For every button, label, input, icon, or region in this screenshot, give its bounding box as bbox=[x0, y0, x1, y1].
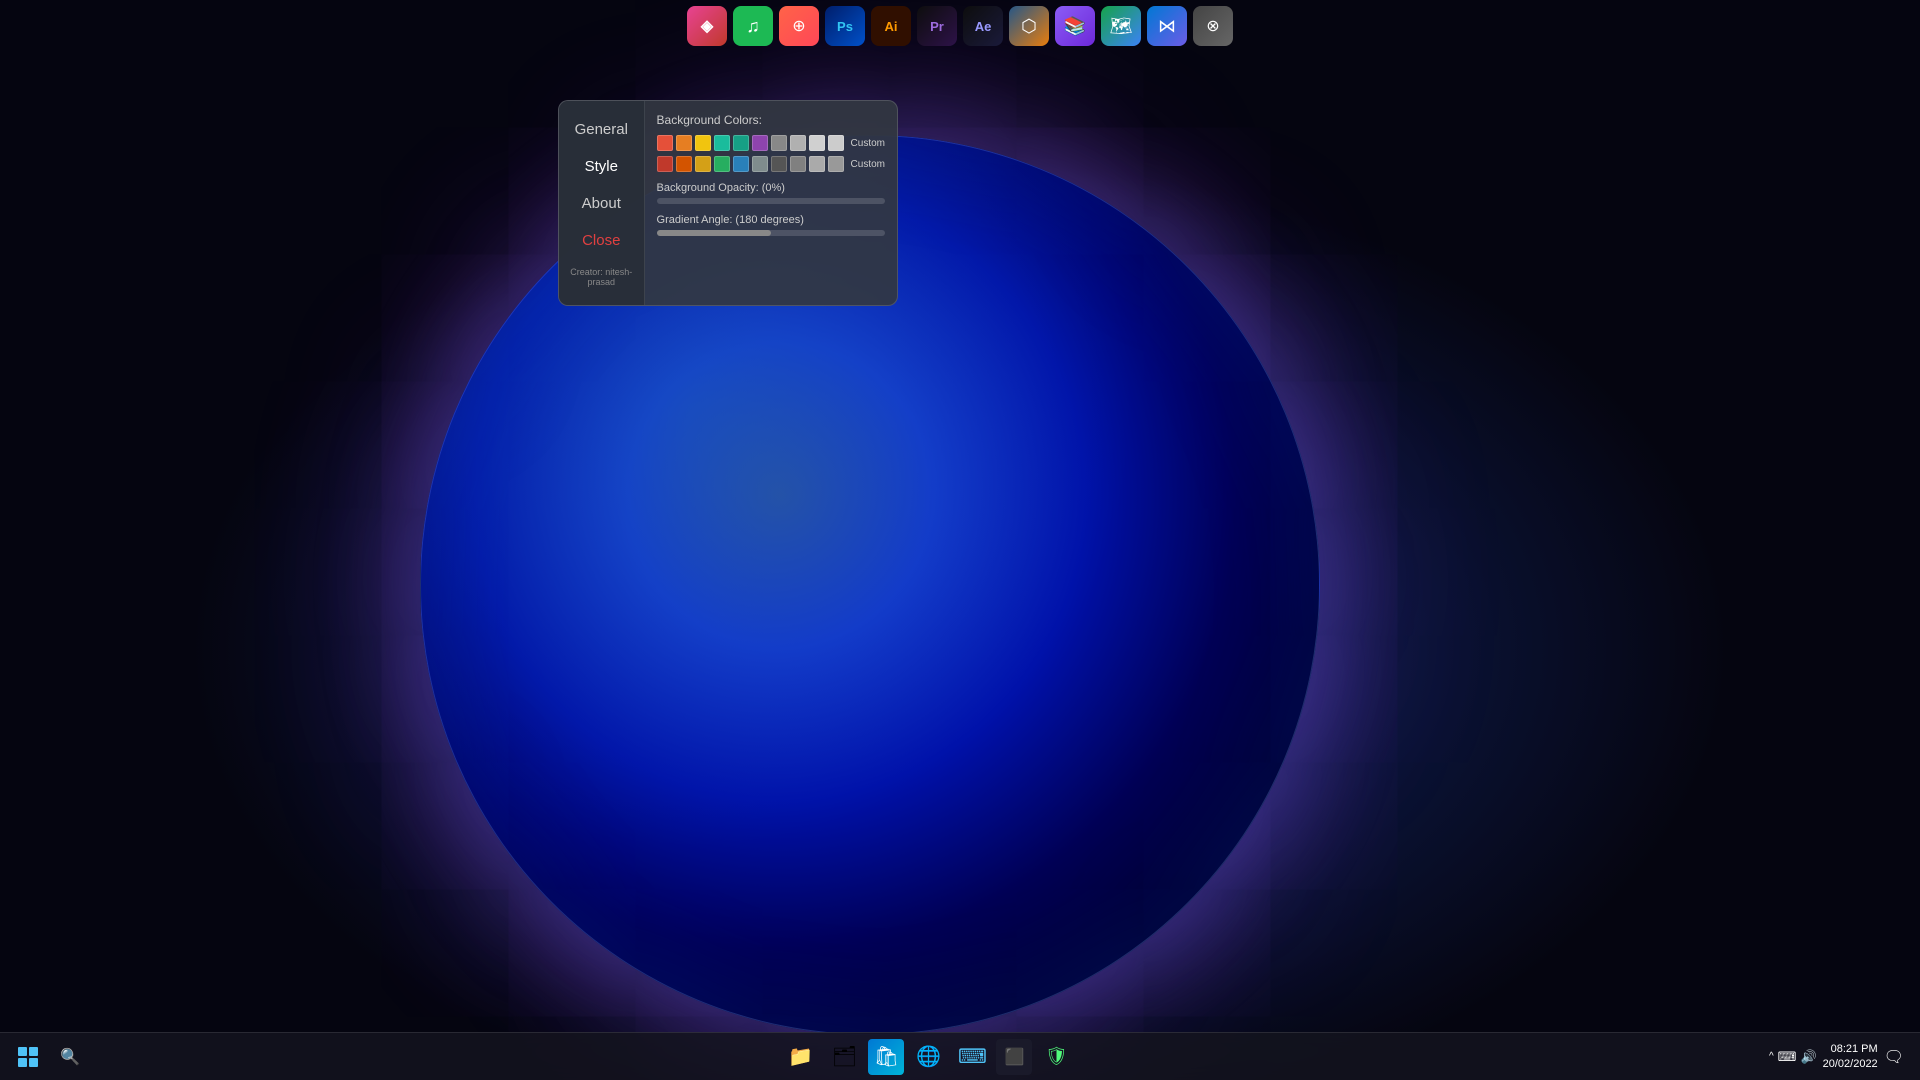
settings-panel: General Style About Close Creator: nites… bbox=[558, 100, 898, 306]
color-row-2: Custom bbox=[657, 156, 885, 172]
color-swatch-r2-1[interactable] bbox=[657, 156, 673, 172]
creator-text: Creator: nitesh-prasad bbox=[559, 259, 644, 295]
dock-app-books[interactable]: 📚 bbox=[1055, 6, 1095, 46]
color-swatch-r2-6[interactable] bbox=[752, 156, 768, 172]
custom-label-1: Custom bbox=[851, 138, 885, 149]
custom-swatch-1[interactable] bbox=[828, 135, 844, 151]
dock-app-premiere[interactable]: Pr bbox=[917, 6, 957, 46]
color-swatch-r2-9[interactable] bbox=[809, 156, 825, 172]
dock-app-creativit[interactable]: ⊕ bbox=[779, 6, 819, 46]
time-display: 08:21 PM bbox=[1823, 1042, 1878, 1056]
color-swatch-r1-7[interactable] bbox=[771, 135, 787, 151]
nav-about[interactable]: About bbox=[559, 185, 644, 222]
windows-logo bbox=[18, 1047, 38, 1067]
tray-keyboard-icon: ⌨ bbox=[1778, 1049, 1797, 1065]
search-icon: 🔍 bbox=[60, 1047, 80, 1067]
nav-style[interactable]: Style bbox=[559, 148, 644, 185]
color-swatch-r2-8[interactable] bbox=[790, 156, 806, 172]
taskbar-left: 🔍 bbox=[0, 1037, 88, 1077]
nav-general[interactable]: General bbox=[559, 111, 644, 148]
color-swatch-r1-3[interactable] bbox=[695, 135, 711, 151]
dock-app-photoshop[interactable]: Ps bbox=[825, 6, 865, 46]
gradient-label: Gradient Angle: (180 degrees) bbox=[657, 214, 885, 226]
dock-app-illustrator[interactable]: Ai bbox=[871, 6, 911, 46]
dock-app-spotify[interactable]: ♫ bbox=[733, 6, 773, 46]
dock-app-aftereffects[interactable]: Ae bbox=[963, 6, 1003, 46]
color-swatch-r2-7[interactable] bbox=[771, 156, 787, 172]
taskbar-center: 📁 🗂 🛍 🌐 ⌨ ⬛ 🛡 bbox=[88, 1037, 1769, 1077]
dock-app-maps[interactable]: 🗺 bbox=[1101, 6, 1141, 46]
taskbar: 🔍 📁 🗂 🛍 🌐 ⌨ ⬛ 🛡 ^ ⌨ 🔊 08:21 PM 20/02/202… bbox=[0, 1032, 1920, 1080]
taskbar-browser[interactable]: 🌐 bbox=[908, 1037, 948, 1077]
gradient-slider[interactable] bbox=[657, 230, 885, 236]
taskbar-explorer[interactable]: 🗂 bbox=[824, 1037, 864, 1077]
nav-close[interactable]: Close bbox=[559, 222, 644, 259]
color-swatch-r2-2[interactable] bbox=[676, 156, 692, 172]
tray-volume-icon[interactable]: 🔊 bbox=[1800, 1049, 1816, 1065]
gradient-fill bbox=[657, 230, 771, 236]
search-button[interactable]: 🔍 bbox=[52, 1037, 88, 1077]
settings-content: Background Colors: Custom bbox=[645, 101, 897, 305]
dock-app-linear[interactable]: ◈ bbox=[687, 6, 727, 46]
taskbar-security[interactable]: 🛡 bbox=[1036, 1037, 1076, 1077]
settings-sidebar: General Style About Close Creator: nites… bbox=[559, 101, 645, 305]
custom-swatch-2[interactable] bbox=[828, 156, 844, 172]
notification-icon[interactable]: 🗨 bbox=[1884, 1047, 1904, 1067]
taskbar-store[interactable]: 🛍 bbox=[868, 1039, 904, 1075]
custom-label-2: Custom bbox=[851, 159, 885, 170]
taskbar-terminal[interactable]: ⬛ bbox=[996, 1039, 1032, 1075]
datetime-display: 08:21 PM 20/02/2022 bbox=[1823, 1042, 1878, 1071]
opacity-label: Background Opacity: (0%) bbox=[657, 182, 885, 194]
dock-app-vscode[interactable]: ⋈ bbox=[1147, 6, 1187, 46]
opacity-slider[interactable] bbox=[657, 198, 885, 204]
color-swatch-r1-8[interactable] bbox=[790, 135, 806, 151]
tray-expand-icon[interactable]: ^ bbox=[1769, 1051, 1774, 1062]
bg-colors-label: Background Colors: bbox=[657, 113, 885, 127]
dock-app-network[interactable]: ⊗ bbox=[1193, 6, 1233, 46]
color-swatch-r1-1[interactable] bbox=[657, 135, 673, 151]
color-swatch-r2-3[interactable] bbox=[695, 156, 711, 172]
top-dock: ◈ ♫ ⊕ Ps Ai Pr Ae ⬡ 📚 🗺 ⋈ ⊗ bbox=[0, 0, 1920, 52]
taskbar-vscode[interactable]: ⌨ bbox=[952, 1037, 992, 1077]
start-button[interactable] bbox=[8, 1037, 48, 1077]
dock-app-blender[interactable]: ⬡ bbox=[1009, 6, 1049, 46]
color-swatch-r1-6[interactable] bbox=[752, 135, 768, 151]
color-swatch-r1-9[interactable] bbox=[809, 135, 825, 151]
taskbar-files[interactable]: 📁 bbox=[780, 1037, 820, 1077]
color-swatch-r2-5[interactable] bbox=[733, 156, 749, 172]
tray-icons: ^ ⌨ 🔊 bbox=[1769, 1049, 1817, 1065]
color-swatch-r1-4[interactable] bbox=[714, 135, 730, 151]
color-swatch-r1-5[interactable] bbox=[733, 135, 749, 151]
color-swatch-r2-4[interactable] bbox=[714, 156, 730, 172]
system-tray: ^ ⌨ 🔊 08:21 PM 20/02/2022 🗨 bbox=[1769, 1042, 1904, 1071]
color-swatch-r1-2[interactable] bbox=[676, 135, 692, 151]
date-display: 20/02/2022 bbox=[1823, 1057, 1878, 1071]
taskbar-right: ^ ⌨ 🔊 08:21 PM 20/02/2022 🗨 bbox=[1769, 1042, 1920, 1071]
color-row-1: Custom bbox=[657, 135, 885, 151]
